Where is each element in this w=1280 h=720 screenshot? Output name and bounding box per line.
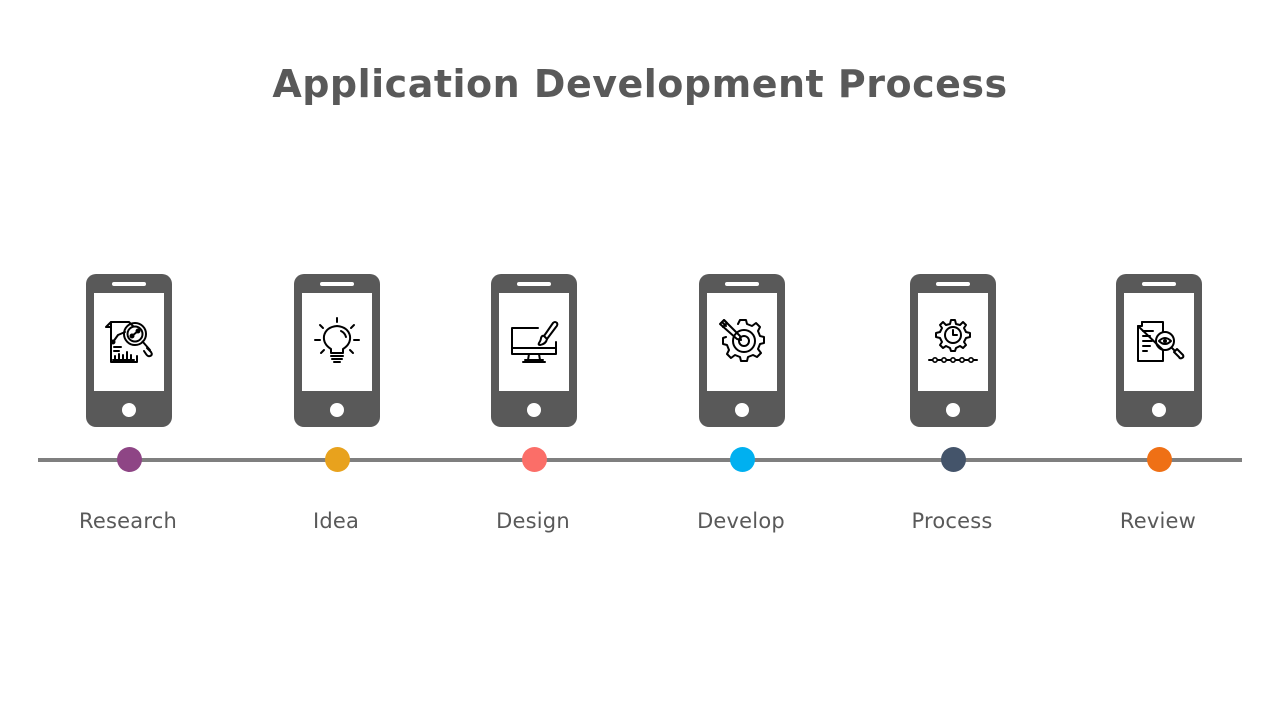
phone-home-button xyxy=(735,403,749,417)
gear-clock-timeline-icon xyxy=(928,319,978,363)
step-label: Review xyxy=(1119,509,1197,533)
timeline-dot xyxy=(729,447,755,472)
phone-screen xyxy=(302,293,372,391)
step-label: Research xyxy=(79,509,177,533)
phone-screen xyxy=(918,293,988,391)
step-label: Idea xyxy=(312,509,360,533)
document-eye-magnifier-icon xyxy=(1137,321,1185,362)
phone-frame xyxy=(910,274,996,427)
phone-speaker xyxy=(1142,282,1176,286)
phone-screen xyxy=(94,293,164,391)
phone-home-button xyxy=(1152,403,1166,417)
research-report-magnifier-icon xyxy=(105,321,153,363)
phone-screen xyxy=(1124,293,1194,391)
phone-speaker xyxy=(112,282,146,286)
step-label: Design xyxy=(496,509,570,533)
phone-frame xyxy=(699,274,785,427)
timeline-dot xyxy=(940,447,966,472)
page-title: Application Development Process xyxy=(272,62,1008,106)
step-label: Process xyxy=(911,509,993,533)
step-label: Develop xyxy=(697,509,785,533)
phone-screen xyxy=(707,293,777,391)
timeline-dot xyxy=(1146,447,1172,472)
phone-home-button xyxy=(527,403,541,417)
monitor-paintbrush-icon xyxy=(511,321,559,363)
gear-pencil-target-icon xyxy=(719,319,765,362)
phone-frame xyxy=(294,274,380,427)
phone-speaker xyxy=(320,282,354,286)
phone-speaker xyxy=(517,282,551,286)
phone-screen xyxy=(499,293,569,391)
lightbulb-icon xyxy=(314,317,360,363)
phone-speaker xyxy=(936,282,970,286)
timeline-line xyxy=(38,458,1242,462)
phone-frame xyxy=(1116,274,1202,427)
phone-speaker xyxy=(725,282,759,286)
phone-frame xyxy=(491,274,577,427)
timeline-dot xyxy=(324,447,350,472)
phone-frame xyxy=(86,274,172,427)
phone-home-button xyxy=(330,403,344,417)
timeline-dot xyxy=(116,447,142,472)
phone-home-button xyxy=(122,403,136,417)
timeline-dot xyxy=(521,447,547,472)
phone-home-button xyxy=(946,403,960,417)
